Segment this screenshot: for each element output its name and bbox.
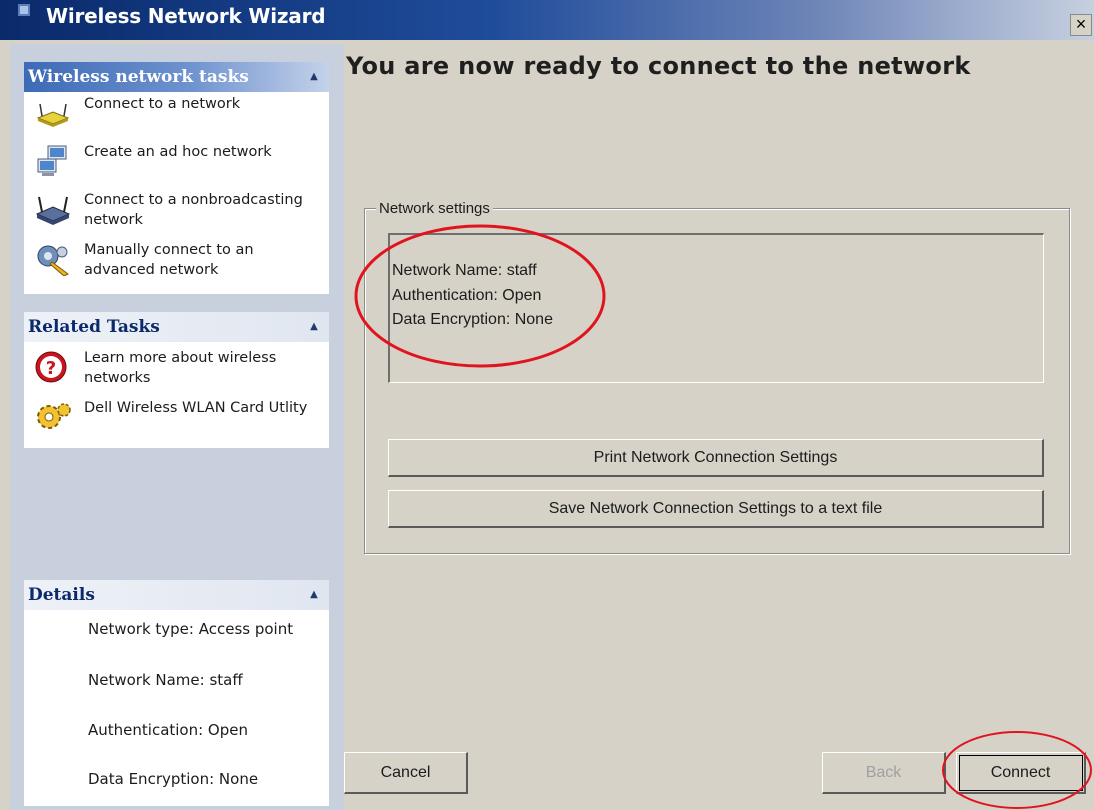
task-label: Create an ad hoc network (84, 144, 272, 160)
network-settings-label: Network settings (376, 200, 493, 217)
details-panel-title: Details (28, 585, 95, 605)
network-tools-icon (37, 245, 69, 276)
back-button[interactable]: Back (822, 752, 946, 794)
details-panel-header[interactable]: Details ▲ (24, 580, 329, 610)
related-panel: Related Tasks ▲ ? Learn more about wirel… (24, 312, 329, 448)
task-label: Dell Wireless WLAN Card Utlity (84, 400, 308, 416)
tasks-panel-title: Wireless network tasks (28, 67, 249, 87)
detail-network-name: Network Name: staff (88, 671, 243, 689)
window-title: Wireless Network Wizard (46, 4, 326, 28)
setting-network-name: Network Name: staff (392, 262, 537, 279)
print-settings-button[interactable]: Print Network Connection Settings (388, 439, 1044, 477)
tasks-panel-header[interactable]: Wireless network tasks ▲ (24, 62, 329, 92)
task-learn-wireless[interactable]: ? Learn more about wireless networks (24, 346, 329, 390)
task-connect-to-network[interactable]: Connect to a network (24, 92, 329, 136)
help-icon: ? (35, 351, 67, 383)
page-title: You are now ready to connect to the netw… (346, 52, 971, 80)
close-button[interactable]: × (1070, 14, 1092, 36)
setting-authentication: Authentication: Open (392, 287, 542, 304)
related-panel-title: Related Tasks (28, 317, 160, 337)
task-label: Manually connect to an advanced network (84, 242, 254, 278)
details-panel: Details ▲ Network type: Access point Net… (24, 580, 329, 806)
connect-button[interactable]: Connect (956, 752, 1086, 794)
collapse-icon[interactable]: ▲ (305, 318, 323, 336)
collapse-icon[interactable]: ▲ (305, 586, 323, 604)
task-label: Connect to a network (84, 96, 241, 112)
wireless-router-icon (35, 196, 71, 225)
detail-encryption: Data Encryption: None (88, 770, 259, 788)
settings-summary-box (388, 233, 1044, 383)
save-settings-button[interactable]: Save Network Connection Settings to a te… (388, 490, 1044, 528)
task-dell-utility[interactable]: Dell Wireless WLAN Card Utlity (24, 396, 329, 440)
wizard-window: Wireless Network Wizard × Wireless netwo… (0, 0, 1094, 810)
tasks-panel: Wireless network tasks ▲ Connect to a ne… (24, 62, 329, 294)
task-connect-nonbroadcasting[interactable]: Connect to a nonbroadcasting network (24, 188, 329, 232)
task-create-adhoc[interactable]: Create an ad hoc network (24, 140, 329, 184)
title-bar: Wireless Network Wizard (0, 0, 1094, 40)
task-label: Connect to a nonbroadcasting network (84, 192, 303, 228)
setting-encryption: Data Encryption: None (392, 311, 553, 328)
sidebar: Wireless network tasks ▲ Connect to a ne… (10, 44, 344, 810)
router-icon (36, 103, 70, 127)
task-manual-advanced[interactable]: Manually connect to an advanced network (24, 238, 329, 282)
task-label: Learn more about wireless networks (84, 350, 277, 386)
detail-network-type: Network type: Access point (88, 620, 294, 638)
collapse-icon[interactable]: ▲ (305, 68, 323, 86)
gear-icon (37, 403, 71, 429)
computers-icon (37, 145, 67, 176)
app-icon (18, 4, 30, 16)
cancel-button[interactable]: Cancel (344, 752, 468, 794)
detail-authentication: Authentication: Open (88, 721, 248, 739)
svg-text:?: ? (46, 358, 56, 379)
related-panel-header[interactable]: Related Tasks ▲ (24, 312, 329, 342)
